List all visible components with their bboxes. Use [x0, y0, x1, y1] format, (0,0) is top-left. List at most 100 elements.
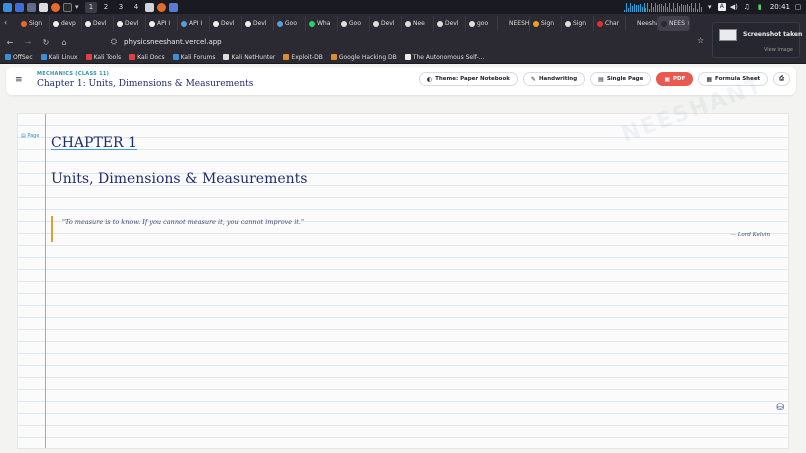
handwriting-button[interactable]: ✎ Handwriting — [522, 72, 586, 86]
browser-tab[interactable]: goo — [466, 16, 498, 31]
bookmark-item[interactable]: Kali Linux — [40, 54, 78, 61]
hamburger-menu-icon[interactable]: ≡ — [15, 75, 23, 85]
dropdown-indicator-icon[interactable]: ▾ — [705, 3, 715, 11]
document-icon: ▤ — [598, 75, 604, 83]
tab-label: Wha — [317, 20, 331, 27]
bookmark-favicon-icon — [283, 54, 290, 60]
view-image-button[interactable]: View image — [764, 47, 793, 53]
desktop-icon[interactable] — [15, 2, 24, 12]
browser-tab[interactable]: Devl — [434, 16, 466, 31]
firefox-icon[interactable] — [51, 2, 60, 12]
browser-tab[interactable]: Sign — [562, 16, 594, 31]
workspace-4[interactable]: 4 — [130, 2, 142, 13]
app-indicator-icon[interactable]: A — [717, 3, 726, 11]
chapter-title: Units, Dimensions & Measurements — [51, 171, 308, 187]
site-info-icon[interactable]: ⛭ — [110, 37, 118, 47]
pen-icon: ✎ — [530, 75, 536, 83]
back-icon[interactable]: ← — [6, 38, 14, 47]
bookmark-item[interactable]: Kali Forums — [172, 54, 215, 61]
browser-tab[interactable]: NEES× — [658, 16, 690, 31]
browser-tab[interactable]: Devl — [82, 16, 114, 31]
window-app-icon[interactable] — [145, 2, 154, 12]
browser-tab[interactable]: Goo — [274, 16, 306, 31]
notification-bell-icon[interactable]: ♫ — [742, 3, 752, 11]
screenshot-thumbnail — [719, 29, 737, 41]
screenshot-notification[interactable]: Screenshot taken View image — [712, 22, 803, 58]
printer-icon: ⎙ — [779, 75, 784, 82]
battery-icon[interactable]: ▮ — [755, 3, 765, 11]
bookmark-item[interactable]: The Autonomous Self-... — [404, 54, 484, 61]
chevron-down-icon[interactable]: ▾ — [75, 3, 82, 12]
bookmark-favicon-icon — [40, 54, 47, 60]
workspace-1[interactable]: 1 — [85, 1, 97, 13]
bookmark-favicon-icon — [404, 54, 411, 60]
tab-favicon-icon — [21, 20, 27, 27]
tab-label: devp — [61, 20, 76, 27]
kali-menu-icon[interactable] — [3, 2, 12, 12]
notification-title: Screenshot taken — [743, 31, 803, 38]
url-text[interactable]: physicsneeshant.vercel.app — [124, 38, 222, 46]
toolbox-icon[interactable]: ⛁ — [773, 402, 787, 414]
print-button[interactable]: ⎙ — [773, 72, 790, 86]
theme-button[interactable]: ◐ Theme: Paper Notebook — [418, 72, 518, 86]
tab-label: API I — [189, 20, 203, 27]
tab-favicon-icon — [373, 20, 379, 27]
browser-tab[interactable]: Sign — [18, 16, 50, 31]
tab-label: Char — [605, 20, 620, 27]
browser-tab[interactable]: Wha — [306, 16, 338, 31]
bookmark-item[interactable]: OffSec — [5, 54, 33, 61]
browser-tab[interactable]: Devl — [210, 16, 242, 31]
single-page-button[interactable]: ▤ Single Page — [590, 72, 652, 86]
clock[interactable]: 20:41 — [770, 3, 790, 11]
tab-favicon-icon — [245, 20, 251, 27]
tab-label: Devl — [381, 20, 395, 27]
browser-tab[interactable]: Neesha — [626, 16, 658, 31]
bookmark-item[interactable]: Google Hacking DB — [330, 53, 397, 61]
forward-icon[interactable]: → — [24, 38, 32, 47]
browser-tab[interactable]: API I — [178, 16, 210, 31]
bookmark-item[interactable]: Kali NetHunter — [223, 54, 275, 61]
tab-favicon-icon — [309, 20, 315, 27]
tab-list-chevron-icon[interactable]: ‹ — [4, 18, 7, 27]
page-title: Chapter 1: Units, Dimensions & Measureme… — [37, 79, 254, 89]
tab-favicon-icon — [565, 20, 571, 27]
bookmark-label: Google Hacking DB — [338, 53, 397, 61]
lock-icon[interactable]: ▢ — [793, 3, 803, 11]
network-graph — [623, 2, 702, 12]
volume-icon[interactable]: ◀) — [729, 3, 739, 11]
bookmark-item[interactable]: Kali Docs — [129, 53, 165, 61]
margin-line — [45, 114, 46, 448]
workspace-3[interactable]: 3 — [115, 2, 127, 13]
browser-tab[interactable]: Goo — [338, 16, 370, 31]
browser-tab[interactable]: NEESH — [498, 16, 530, 31]
pdf-button[interactable]: ▣ PDF — [656, 72, 694, 86]
url-bar[interactable]: ⛭ physicsneeshant.vercel.app — [110, 36, 710, 48]
terminal-icon[interactable] — [63, 2, 72, 12]
clipboard-icon: ▦ — [706, 75, 713, 83]
reload-icon[interactable]: ↻ — [42, 38, 50, 47]
page-link[interactable]: ▤ Page — [21, 133, 39, 139]
home-icon[interactable]: ⌂ — [60, 38, 68, 47]
bookmark-label: Kali Docs — [137, 53, 165, 61]
browser-tab[interactable]: Sign — [530, 16, 562, 31]
bookmark-item[interactable]: Exploit-DB — [283, 54, 323, 61]
tab-close-icon[interactable]: × — [687, 20, 689, 27]
browser-tab[interactable]: Devl — [370, 16, 402, 31]
tab-label: Devl — [445, 20, 459, 27]
course-kicker: MECHANICS (CLASS 11) — [37, 71, 110, 77]
browser-tab[interactable]: API I — [146, 16, 178, 31]
browser-tab[interactable]: Char — [594, 16, 626, 31]
browser-tab[interactable]: Devl — [242, 16, 274, 31]
bookmark-star-icon[interactable]: ☆ — [697, 36, 704, 45]
browser-tab[interactable]: devp — [50, 16, 82, 31]
workspace-2[interactable]: 2 — [100, 2, 112, 13]
bookmark-favicon-icon — [223, 54, 230, 60]
window-icon[interactable] — [169, 2, 178, 12]
browser-tab[interactable]: Devl — [114, 16, 146, 31]
tab-favicon-icon — [501, 20, 507, 27]
firefox-window-icon[interactable] — [157, 2, 166, 12]
browser-tab[interactable]: Nee — [402, 16, 434, 31]
text-editor-icon[interactable] — [39, 2, 48, 12]
bookmark-item[interactable]: Kali Tools — [85, 54, 121, 61]
file-manager-icon[interactable] — [27, 2, 36, 12]
